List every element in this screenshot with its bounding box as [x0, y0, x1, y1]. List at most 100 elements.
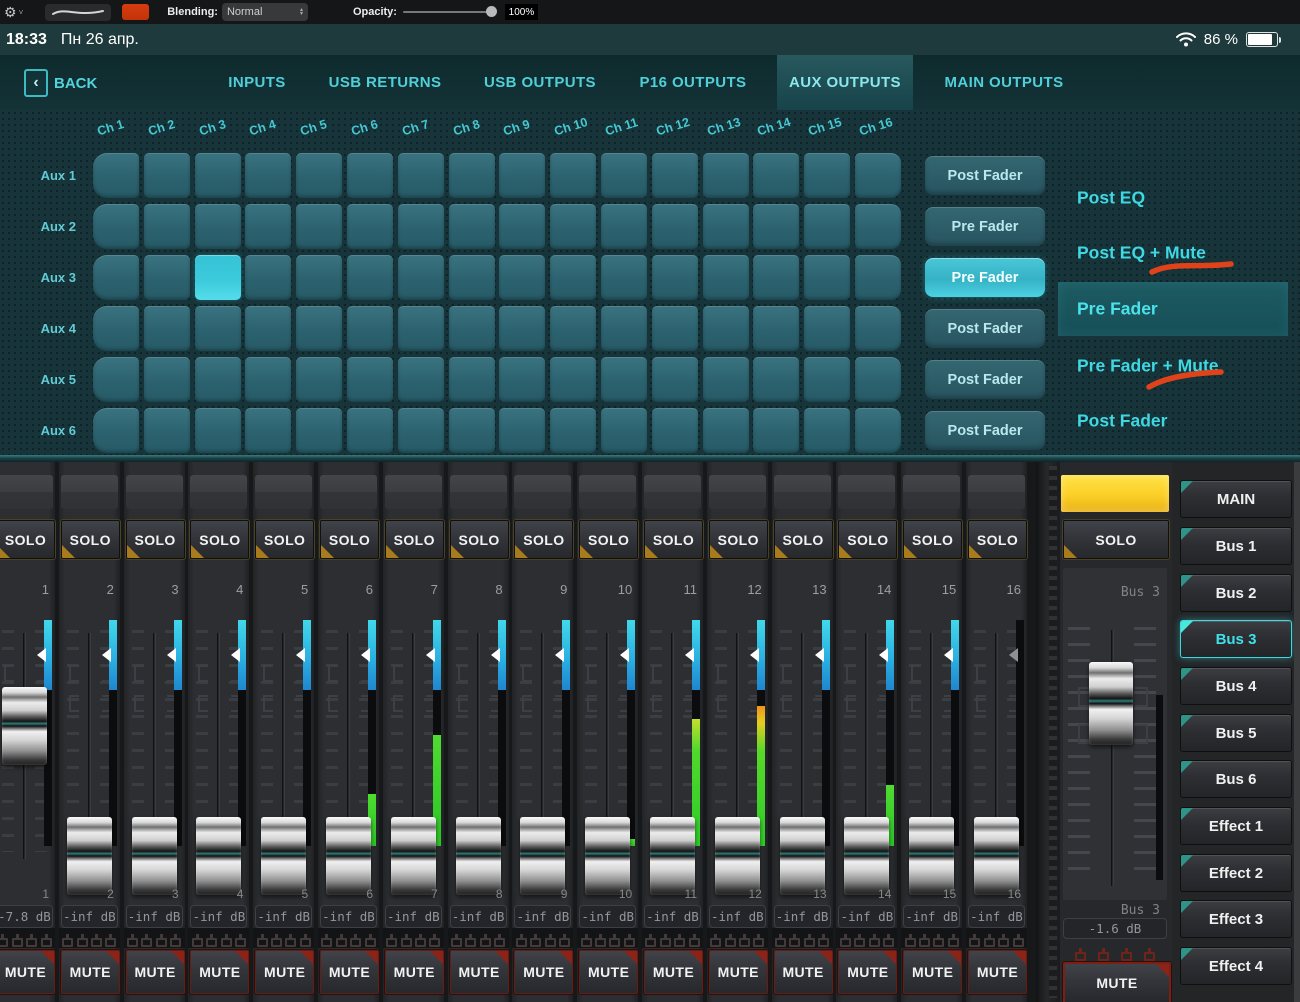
- matrix-cell-aux5-ch16[interactable]: [855, 357, 901, 402]
- channel-fader-cap[interactable]: [261, 817, 306, 895]
- matrix-cell-aux6-ch10[interactable]: [550, 408, 596, 453]
- matrix-cell-aux1-ch14[interactable]: [753, 153, 799, 198]
- matrix-cell-aux4-ch16[interactable]: [855, 306, 901, 351]
- channel-solo-button[interactable]: SOLO: [579, 520, 638, 559]
- matrix-cell-aux6-ch2[interactable]: [144, 408, 190, 453]
- matrix-cell-aux3-ch3[interactable]: [195, 255, 241, 300]
- matrix-cell-aux5-ch15[interactable]: [804, 357, 850, 402]
- matrix-cell-aux4-ch6[interactable]: [347, 306, 393, 351]
- matrix-cell-aux2-ch9[interactable]: [499, 204, 545, 249]
- row-mode-button[interactable]: Post Fader: [925, 360, 1045, 399]
- mode-option[interactable]: Post EQ + Mute: [1077, 243, 1206, 264]
- matrix-cell-aux5-ch1[interactable]: [93, 357, 139, 402]
- channel-mute-button[interactable]: MUTE: [320, 950, 379, 994]
- channel-solo-button[interactable]: SOLO: [385, 520, 444, 559]
- tab-usb-outputs[interactable]: USB OUTPUTS: [484, 55, 596, 110]
- matrix-cell-aux3-ch16[interactable]: [855, 255, 901, 300]
- opacity-slider-knob[interactable]: [486, 6, 497, 17]
- bus-select-effect-3[interactable]: Effect 3: [1180, 900, 1292, 938]
- matrix-cell-aux6-ch4[interactable]: [245, 408, 291, 453]
- matrix-cell-aux4-ch2[interactable]: [144, 306, 190, 351]
- matrix-cell-aux2-ch1[interactable]: [93, 204, 139, 249]
- matrix-cell-aux3-ch2[interactable]: [144, 255, 190, 300]
- channel-mute-button[interactable]: MUTE: [644, 950, 703, 994]
- channel-fader-cap[interactable]: [326, 817, 371, 895]
- bus-select-bus-4[interactable]: Bus 4: [1180, 667, 1292, 705]
- channel-fader-cap[interactable]: [456, 817, 501, 895]
- tab-p16-outputs[interactable]: P16 OUTPUTS: [640, 55, 747, 110]
- matrix-cell-aux4-ch12[interactable]: [652, 306, 698, 351]
- matrix-cell-aux3-ch7[interactable]: [398, 255, 444, 300]
- matrix-cell-aux5-ch12[interactable]: [652, 357, 698, 402]
- matrix-cell-aux3-ch11[interactable]: [601, 255, 647, 300]
- matrix-cell-aux6-ch5[interactable]: [296, 408, 342, 453]
- channel-fader-cap[interactable]: [780, 817, 825, 895]
- matrix-cell-aux1-ch10[interactable]: [550, 153, 596, 198]
- row-mode-button[interactable]: Pre Fader: [925, 207, 1045, 246]
- matrix-cell-aux2-ch2[interactable]: [144, 204, 190, 249]
- mode-option[interactable]: Post Fader: [1077, 411, 1167, 432]
- mode-option[interactable]: Pre Fader + Mute: [1077, 356, 1219, 377]
- matrix-cell-aux2-ch6[interactable]: [347, 204, 393, 249]
- channel-mute-button[interactable]: MUTE: [61, 950, 120, 994]
- channel-fader-cap[interactable]: [67, 817, 112, 895]
- matrix-cell-aux4-ch15[interactable]: [804, 306, 850, 351]
- channel-mute-button[interactable]: MUTE: [514, 950, 573, 994]
- matrix-cell-aux1-ch9[interactable]: [499, 153, 545, 198]
- matrix-cell-aux6-ch12[interactable]: [652, 408, 698, 453]
- channel-mute-button[interactable]: MUTE: [903, 950, 962, 994]
- matrix-cell-aux4-ch8[interactable]: [449, 306, 495, 351]
- bus-select-effect-1[interactable]: Effect 1: [1180, 807, 1292, 845]
- color-swatch[interactable]: [122, 4, 149, 20]
- channel-solo-button[interactable]: SOLO: [450, 520, 509, 559]
- channel-solo-button[interactable]: SOLO: [709, 520, 768, 559]
- channel-fader-cap[interactable]: [715, 817, 760, 895]
- opacity-slider[interactable]: [403, 11, 495, 13]
- matrix-cell-aux1-ch2[interactable]: [144, 153, 190, 198]
- mode-option[interactable]: Post EQ: [1077, 188, 1145, 209]
- channel-solo-button[interactable]: SOLO: [644, 520, 703, 559]
- bus-select-bus-6[interactable]: Bus 6: [1180, 760, 1292, 798]
- matrix-cell-aux3-ch12[interactable]: [652, 255, 698, 300]
- bus-select-bus-3[interactable]: Bus 3: [1180, 620, 1292, 658]
- channel-fader-cap[interactable]: [196, 817, 241, 895]
- channel-mute-button[interactable]: MUTE: [385, 950, 444, 994]
- matrix-cell-aux2-ch12[interactable]: [652, 204, 698, 249]
- channel-mute-button[interactable]: MUTE: [0, 950, 55, 994]
- matrix-cell-aux5-ch2[interactable]: [144, 357, 190, 402]
- matrix-cell-aux5-ch4[interactable]: [245, 357, 291, 402]
- matrix-cell-aux3-ch14[interactable]: [753, 255, 799, 300]
- channel-fader-cap[interactable]: [391, 817, 436, 895]
- matrix-cell-aux6-ch11[interactable]: [601, 408, 647, 453]
- matrix-cell-aux5-ch8[interactable]: [449, 357, 495, 402]
- blending-dropdown[interactable]: Normal ▴▾: [222, 3, 308, 21]
- matrix-cell-aux2-ch8[interactable]: [449, 204, 495, 249]
- matrix-cell-aux2-ch15[interactable]: [804, 204, 850, 249]
- matrix-cell-aux4-ch7[interactable]: [398, 306, 444, 351]
- matrix-cell-aux6-ch16[interactable]: [855, 408, 901, 453]
- channel-fader-cap[interactable]: [909, 817, 954, 895]
- matrix-cell-aux6-ch9[interactable]: [499, 408, 545, 453]
- matrix-cell-aux4-ch14[interactable]: [753, 306, 799, 351]
- channel-fader-cap[interactable]: [2, 687, 47, 765]
- channel-fader-cap[interactable]: [844, 817, 889, 895]
- bus-select-effect-2[interactable]: Effect 2: [1180, 854, 1292, 892]
- matrix-cell-aux6-ch8[interactable]: [449, 408, 495, 453]
- matrix-cell-aux6-ch3[interactable]: [195, 408, 241, 453]
- matrix-cell-aux3-ch5[interactable]: [296, 255, 342, 300]
- matrix-cell-aux1-ch1[interactable]: [93, 153, 139, 198]
- matrix-cell-aux4-ch10[interactable]: [550, 306, 596, 351]
- channel-solo-button[interactable]: SOLO: [61, 520, 120, 559]
- row-mode-button[interactable]: Post Fader: [925, 156, 1045, 195]
- matrix-cell-aux4-ch11[interactable]: [601, 306, 647, 351]
- matrix-cell-aux4-ch9[interactable]: [499, 306, 545, 351]
- master-mute-button[interactable]: MUTE: [1063, 962, 1171, 1002]
- matrix-cell-aux3-ch1[interactable]: [93, 255, 139, 300]
- channel-solo-button[interactable]: SOLO: [0, 520, 55, 559]
- matrix-cell-aux5-ch11[interactable]: [601, 357, 647, 402]
- matrix-cell-aux5-ch9[interactable]: [499, 357, 545, 402]
- matrix-cell-aux1-ch16[interactable]: [855, 153, 901, 198]
- channel-fader-cap[interactable]: [132, 817, 177, 895]
- channel-solo-button[interactable]: SOLO: [968, 520, 1027, 559]
- bus-select-main[interactable]: MAIN: [1180, 480, 1292, 518]
